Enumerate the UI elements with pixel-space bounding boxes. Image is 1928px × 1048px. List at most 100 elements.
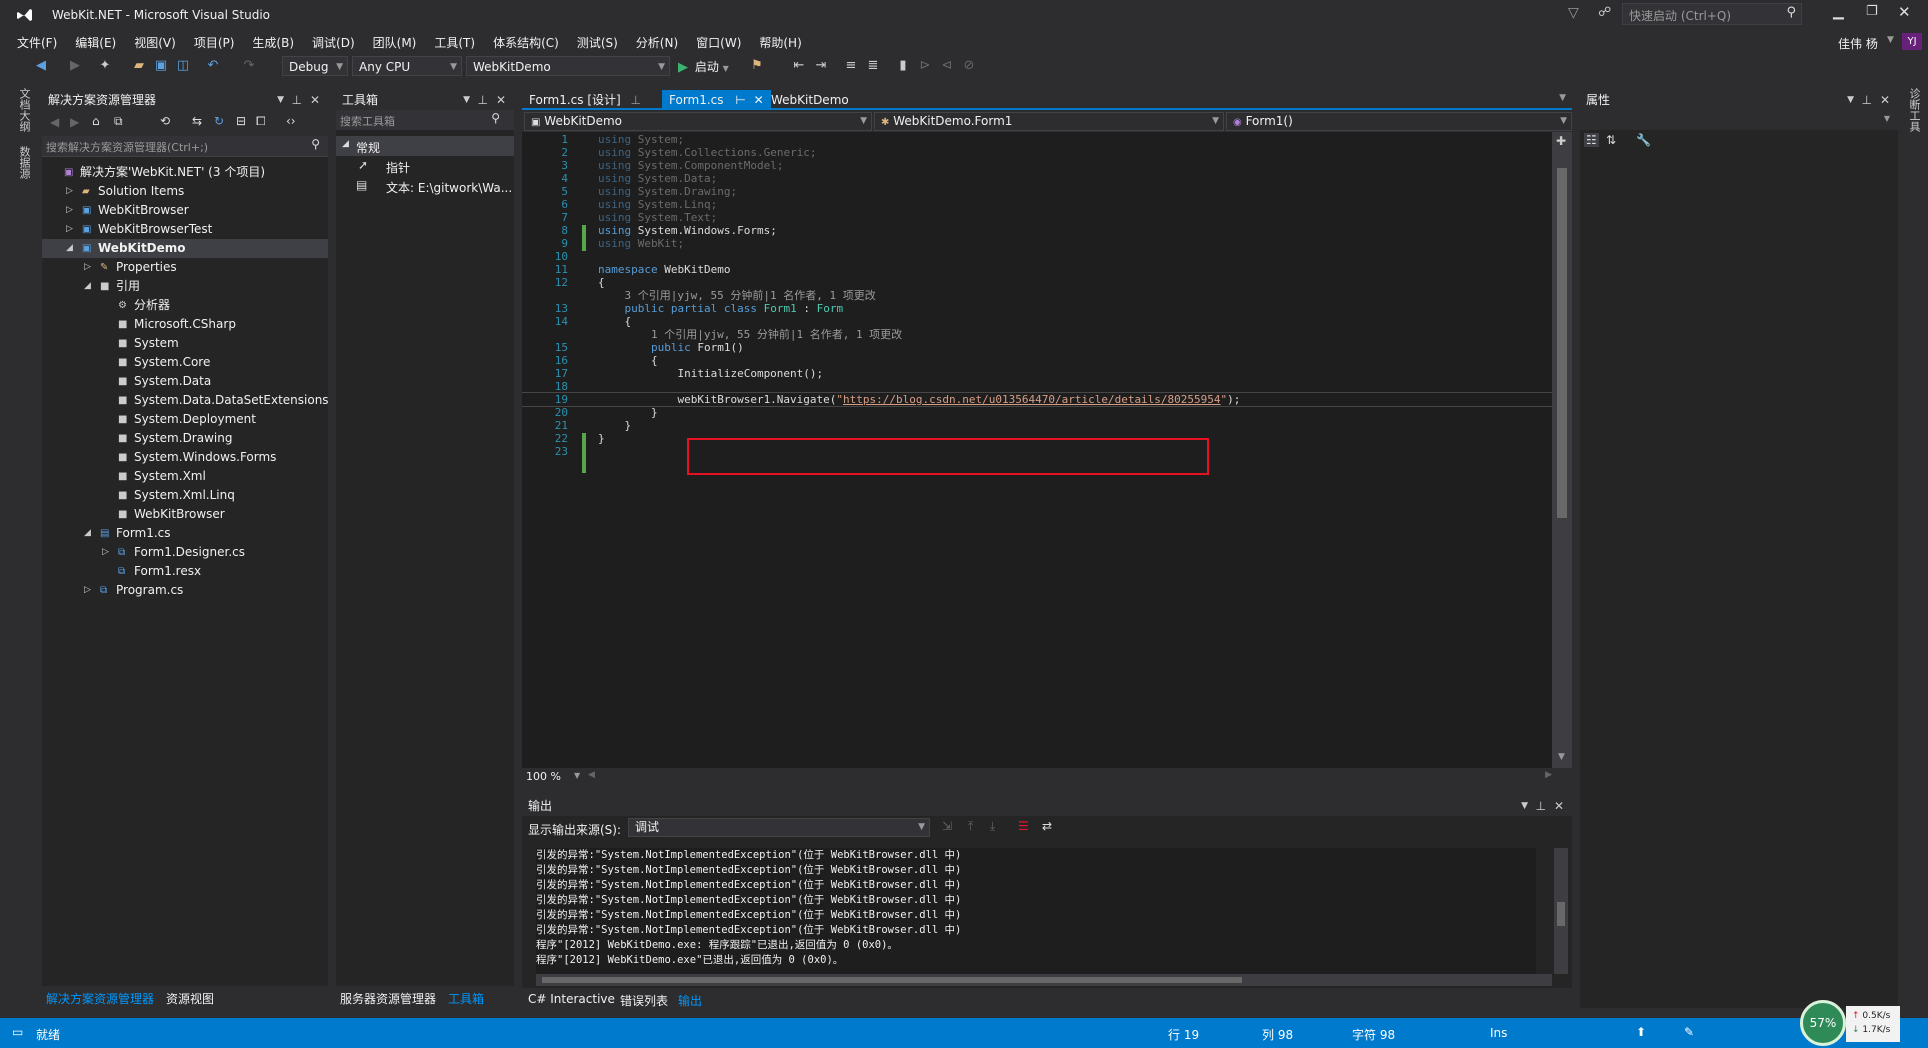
step-icon[interactable]: ⇤ [790,57,808,75]
menu-item[interactable]: 窗口(W) [687,30,750,51]
document-outline-tab[interactable]: 文档大纲 [16,88,32,132]
forward-icon[interactable]: ▶ [66,57,84,75]
panel-menu-icon[interactable]: ▼ [1521,796,1528,816]
refresh-icon[interactable]: ↻ [214,114,224,128]
step-over-icon[interactable]: ⇥ [812,57,830,75]
chevron-down-icon[interactable]: ▼ [574,771,580,780]
close-icon[interactable]: ✕ [1554,796,1564,816]
output-vertical-scrollbar[interactable] [1554,848,1568,974]
solution-tree-item[interactable]: ⚙ 分析器 [42,296,328,315]
prev-bookmark-icon[interactable]: ⊳ [916,57,934,75]
new-project-icon[interactable]: ✦ [96,57,114,75]
tab-server-explorer[interactable]: 服务器资源管理器 [340,990,436,1007]
solution-tree-item[interactable]: ■ System.Xml.Linq [42,486,328,505]
pin-icon[interactable]: ⊥ [292,90,302,110]
zoom-level[interactable]: 100 % [526,770,561,783]
solution-tree-item[interactable]: ■ Microsoft.CSharp [42,315,328,334]
menu-item[interactable]: 工具(T) [425,30,484,51]
save-all-icon[interactable]: ◫ [174,57,192,75]
start-button[interactable]: ▶ 启动 ▼ [678,58,729,76]
menu-item[interactable]: 视图(V) [125,30,185,51]
format-icon[interactable]: ≡ [842,57,860,75]
tab-error-list[interactable]: 错误列表 [620,992,668,1009]
expander-icon[interactable]: ▷ [66,201,73,220]
word-wrap-icon[interactable]: ⇄ [1042,819,1052,833]
collapse-all-icon[interactable]: ⊟ [236,114,246,128]
expander-icon[interactable]: ▷ [84,258,91,277]
menu-item[interactable]: 团队(M) [364,30,426,51]
solution-tree-item[interactable]: ▷ ✎ Properties [42,258,328,277]
solution-tree-item[interactable]: ◢ ▤ Form1.cs [42,524,328,543]
diagnostic-tools-tab[interactable]: 诊断工具 [1906,88,1922,132]
attach-icon[interactable]: ⚑ [748,57,766,75]
expander-icon[interactable]: ▷ [66,220,73,239]
solution-tree-item[interactable]: ■ System.Data.DataSetExtensions [42,391,329,410]
tab-output[interactable]: 输出 [678,992,702,1009]
output-horizontal-scrollbar[interactable] [536,974,1552,986]
tab-form1-design[interactable]: Form1.cs [设计] ⊥ [522,90,648,110]
toolbox-group-general[interactable]: ◢ 常规 [336,136,514,156]
codelens-line[interactable]: 3 个引用|yjw, 55 分钟前|1 名作者, 1 项更改 [522,289,1552,302]
tab-form1-cs[interactable]: Form1.cs ⊢ ✕ [662,90,771,110]
solution-tree-item[interactable]: ■ System.Windows.Forms [42,448,328,467]
bookmark-icon[interactable]: ▮ [894,57,912,75]
undo-icon[interactable]: ↶ [204,57,222,75]
menu-item[interactable]: 编辑(E) [66,30,125,51]
open-file-icon[interactable]: ▰ [130,57,148,75]
property-pages-icon[interactable]: 🔧 [1636,133,1651,147]
filter-icon[interactable]: ▽ [1568,5,1579,21]
categorized-icon[interactable]: ☷ [1584,133,1599,147]
codelens-line[interactable]: 1 个引用|yjw, 55 分钟前|1 名作者, 1 项更改 [522,328,1552,341]
quick-launch-input[interactable]: 快速启动 (Ctrl+Q) ⚲ [1622,3,1802,25]
user-name[interactable]: 佳伟 杨 [1838,35,1878,52]
solution-tree-item[interactable]: ■ System.Data [42,372,328,391]
configuration-select[interactable]: Debug ▼ [282,56,348,76]
restore-button[interactable]: ❐ [1866,4,1878,19]
scrollbar-thumb[interactable] [542,977,1242,983]
solution-tree-item[interactable]: ⧉ Form1.resx [42,562,328,581]
comment-icon[interactable]: ≣ [864,57,882,75]
pin-icon[interactable]: ⊥ [631,93,641,107]
code-view-icon[interactable]: ‹› [286,114,296,128]
menu-item[interactable]: 调试(D) [303,30,364,51]
back-icon[interactable]: ◀ [32,57,50,75]
solution-tree-item[interactable]: ■ System [42,334,328,353]
solution-search-field[interactable]: 搜索解决方案资源管理器(Ctrl+;) ⚲ [42,136,328,157]
toolbox-item-text[interactable]: ▤ 文本: E:\gitwork\Wa... [336,176,514,196]
next-bookmark-icon[interactable]: ⊲ [938,57,956,75]
next-message-icon[interactable]: ⤓ [990,819,995,834]
sync-icon[interactable]: ⇆ [192,114,202,128]
type-nav-select[interactable]: ✱ WebKitDemo.Form1 ▼ [874,112,1224,131]
scroll-left-icon[interactable]: ◀ [588,770,595,780]
panel-menu-icon[interactable]: ▼ [463,90,470,110]
scroll-right-icon[interactable]: ▶ [1545,770,1552,780]
panel-menu-icon[interactable]: ▼ [1847,90,1854,110]
edit-icon[interactable]: ✎ [1684,1025,1694,1039]
user-avatar[interactable]: YJ [1902,33,1922,50]
editor-vertical-scrollbar[interactable]: ✚ ▼ [1552,132,1572,768]
clear-all-icon[interactable]: ☰ [1018,819,1029,833]
menu-item[interactable]: 分析(N) [627,30,687,51]
redo-icon[interactable]: ↷ [240,57,258,75]
prev-message-icon[interactable]: ⤒ [968,819,973,834]
solution-tree-item[interactable]: ▷ ⧉ Form1.Designer.cs [42,543,328,562]
platform-select[interactable]: Any CPU ▼ [352,56,462,76]
pin-icon[interactable]: ⊢ [735,93,745,107]
save-icon[interactable]: ▣ [152,57,170,75]
properties-object-select[interactable]: ▼ [1580,110,1898,130]
solution-tree-item[interactable]: ■ System.Core [42,353,328,372]
close-window-button[interactable]: ✕ [1898,3,1911,21]
solution-tree-item[interactable]: ▣ 解决方案'WebKit.NET' (3 个项目) [42,163,328,182]
tab-toolbox[interactable]: 工具箱 [448,990,484,1007]
expander-icon[interactable]: ◢ [84,524,91,543]
solution-tree-item[interactable]: ▷ ▰ Solution Items [42,182,328,201]
solution-tree-item[interactable]: ■ System.Xml [42,467,328,486]
alphabetical-icon[interactable]: ⇅ [1606,133,1616,147]
data-sources-tab[interactable]: 数据源 [16,146,32,179]
tab-csharp-interactive[interactable]: C# Interactive [528,992,615,1006]
user-dropdown-icon[interactable]: ▼ [1887,35,1894,45]
member-nav-select[interactable]: ◉ Form1() ▼ [1226,112,1572,131]
split-icon[interactable]: ✚ [1556,134,1566,148]
back-icon[interactable]: ◀ [50,115,59,129]
menu-item[interactable]: 项目(P) [185,30,244,51]
